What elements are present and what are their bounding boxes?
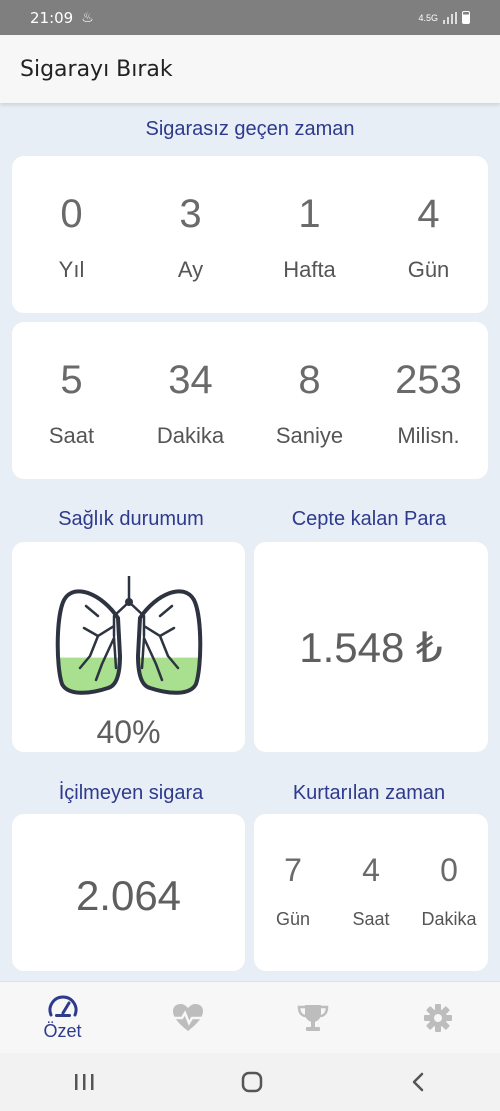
elapsed-title: Sigarasız geçen zaman bbox=[145, 118, 355, 140]
tab-settings[interactable] bbox=[375, 982, 500, 1053]
elapsed-year: 0 Yıl bbox=[12, 156, 131, 313]
saved-value: 7 bbox=[284, 852, 302, 888]
saved-minute: 0 Dakika bbox=[410, 814, 488, 971]
money-title: Cepte kalan Para bbox=[291, 508, 447, 530]
gear-icon bbox=[423, 1003, 452, 1032]
lungs-icon bbox=[55, 576, 203, 695]
elapsed-card-2: 5 Saat 34 Dakika 8 Saniye 253 Milisn. bbox=[12, 322, 488, 479]
saved-value: 4 bbox=[362, 852, 380, 888]
elapsed-card-1: 0 Yıl 3 Ay 1 Hafta 4 Gün bbox=[12, 156, 488, 313]
elapsed-label: Yıl bbox=[58, 257, 85, 282]
saved-time-title: Kurtarılan zaman bbox=[292, 782, 446, 804]
elapsed-day: 4 Gün bbox=[369, 156, 488, 313]
money-card[interactable]: 1.548 ₺ bbox=[254, 542, 488, 752]
saved-label: Gün bbox=[275, 909, 311, 929]
elapsed-minute: 34 Dakika bbox=[131, 322, 250, 479]
home-icon[interactable] bbox=[240, 1071, 264, 1093]
elapsed-value: 5 bbox=[60, 358, 83, 402]
health-title: Sağlık durumum bbox=[58, 508, 204, 530]
elapsed-label: Dakika bbox=[156, 423, 225, 448]
elapsed-value: 34 bbox=[168, 358, 213, 402]
battery-icon bbox=[462, 11, 470, 24]
app-title: Sigarayı Bırak bbox=[20, 56, 173, 82]
notification-icon: ♨ bbox=[81, 9, 94, 25]
status-time: 21:09 bbox=[30, 8, 74, 27]
elapsed-value: 1 bbox=[298, 192, 321, 236]
cigarettes-value: 2.064 bbox=[75, 871, 182, 919]
elapsed-label: Milisn. bbox=[397, 423, 460, 448]
network-type: 4.5G bbox=[418, 12, 438, 23]
trophy-icon bbox=[297, 1004, 328, 1031]
elapsed-value: 0 bbox=[60, 192, 83, 236]
saved-value: 0 bbox=[440, 852, 458, 888]
back-icon[interactable] bbox=[408, 1071, 428, 1093]
tab-summary[interactable]: Özet bbox=[0, 982, 125, 1053]
elapsed-second: 8 Saniye bbox=[250, 322, 369, 479]
elapsed-millisecond: 253 Milisn. bbox=[369, 322, 488, 479]
app-bar: Sigarayı Bırak bbox=[0, 35, 500, 103]
recent-apps-icon[interactable] bbox=[72, 1072, 96, 1092]
saved-label: Dakika bbox=[421, 909, 477, 929]
tab-achievements[interactable] bbox=[250, 982, 375, 1053]
saved-hour: 4 Saat bbox=[332, 814, 410, 971]
saved-label: Saat bbox=[352, 909, 390, 929]
elapsed-hour: 5 Saat bbox=[12, 322, 131, 479]
saved-time-card[interactable]: 7 Gün 4 Saat 0 Dakika bbox=[254, 814, 488, 971]
status-indicators: 4.5G bbox=[418, 11, 470, 24]
heart-pulse-icon bbox=[172, 1003, 203, 1031]
speedometer-icon bbox=[48, 995, 77, 1017]
cigarettes-title: İçilmeyen sigara bbox=[58, 782, 204, 804]
elapsed-label: Hafta bbox=[283, 257, 336, 282]
elapsed-value: 3 bbox=[179, 192, 202, 236]
elapsed-label: Gün bbox=[407, 257, 450, 282]
tab-health[interactable] bbox=[125, 982, 250, 1053]
elapsed-label: Ay bbox=[177, 257, 204, 282]
signal-icon bbox=[443, 11, 457, 24]
elapsed-value: 253 bbox=[395, 358, 462, 402]
saved-day: 7 Gün bbox=[254, 814, 332, 971]
health-card[interactable]: 40% bbox=[12, 542, 245, 752]
tab-summary-label: Özet bbox=[43, 1021, 82, 1041]
cigarettes-card[interactable]: 2.064 bbox=[12, 814, 245, 971]
elapsed-week: 1 Hafta bbox=[250, 156, 369, 313]
status-bar: 21:09 ♨ 4.5G bbox=[0, 0, 500, 35]
elapsed-value: 8 bbox=[298, 358, 321, 402]
elapsed-month: 3 Ay bbox=[131, 156, 250, 313]
system-navigation-bar bbox=[0, 1053, 500, 1111]
money-value: 1.548 ₺ bbox=[299, 623, 443, 671]
bottom-navigation: Özet bbox=[0, 981, 500, 1053]
elapsed-value: 4 bbox=[417, 192, 440, 236]
elapsed-label: Saat bbox=[48, 423, 95, 448]
health-percent: 40% bbox=[96, 714, 161, 750]
elapsed-label: Saniye bbox=[275, 423, 344, 448]
